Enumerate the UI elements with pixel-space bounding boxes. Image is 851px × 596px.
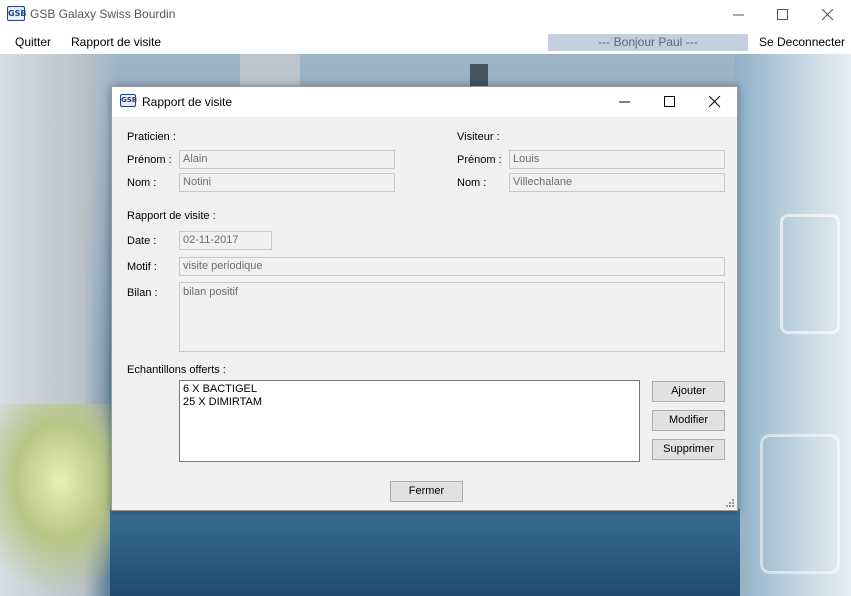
resize-grip-icon[interactable]	[725, 498, 735, 508]
dialog-title-bar: GSB Rapport de visite	[112, 87, 737, 117]
minimize-icon	[733, 14, 744, 16]
dialog-minimize-button[interactable]	[602, 87, 648, 117]
echantillons-header: Echantillons offerts :	[127, 364, 226, 376]
maximize-button[interactable]	[760, 0, 806, 30]
visiteur-prenom-label: Prénom :	[457, 154, 502, 166]
menu-rapport-visite[interactable]: Rapport de visite	[71, 35, 161, 49]
date-label: Date :	[127, 235, 157, 247]
supprimer-button[interactable]: Supprimer	[652, 439, 725, 460]
rapport-visite-dialog: GSB Rapport de visite Praticien : Prénom…	[111, 86, 738, 511]
menu-quit[interactable]: Quitter	[15, 35, 51, 49]
dialog-title: Rapport de visite	[142, 95, 233, 109]
visiteur-nom-label: Nom :	[457, 177, 487, 189]
visiteur-prenom-field[interactable]: Louis	[509, 150, 725, 169]
dialog-logo-icon: GSB	[120, 94, 137, 107]
maximize-icon	[664, 96, 675, 107]
praticien-header: Praticien :	[127, 131, 176, 143]
dialog-close-button[interactable]	[692, 87, 738, 117]
minimize-button[interactable]	[716, 0, 762, 30]
minimize-icon	[619, 101, 630, 103]
visiteur-header: Visiteur :	[457, 131, 500, 143]
list-item[interactable]: 25 X DIMIRTAM	[183, 396, 636, 409]
close-button[interactable]	[805, 0, 851, 30]
greeting-label: --- Bonjour Paul ---	[548, 34, 748, 51]
praticien-prenom-label: Prénom :	[127, 154, 172, 166]
date-field[interactable]: 02-11-2017	[179, 231, 272, 250]
main-title-bar: GSB GSB Galaxy Swiss Bourdin	[0, 0, 851, 30]
rapport-header: Rapport de visite :	[127, 210, 216, 222]
list-item[interactable]: 6 X BACTIGEL	[183, 383, 636, 396]
praticien-prenom-field[interactable]: Alain	[179, 150, 395, 169]
maximize-icon	[777, 9, 788, 20]
praticien-nom-label: Nom :	[127, 177, 157, 189]
bilan-label: Bilan :	[127, 287, 158, 299]
visiteur-nom-field[interactable]: Villechalane	[509, 173, 725, 192]
motif-label: Motif :	[127, 261, 157, 273]
modifier-button[interactable]: Modifier	[652, 410, 725, 431]
app-logo-icon: GSB	[7, 6, 26, 21]
close-icon	[822, 9, 834, 21]
ajouter-button[interactable]: Ajouter	[652, 381, 725, 402]
menu-bar: Quitter Rapport de visite --- Bonjour Pa…	[0, 30, 851, 54]
close-icon	[709, 96, 721, 108]
dialog-maximize-button[interactable]	[647, 87, 693, 117]
fermer-button[interactable]: Fermer	[390, 481, 463, 502]
window-title: GSB Galaxy Swiss Bourdin	[30, 7, 176, 21]
praticien-nom-field[interactable]: Notini	[179, 173, 395, 192]
echantillons-listbox[interactable]: 6 X BACTIGEL 25 X DIMIRTAM	[179, 380, 640, 462]
menu-logout[interactable]: Se Deconnecter	[759, 35, 845, 49]
bilan-field[interactable]: bilan positif	[179, 282, 725, 352]
motif-field[interactable]: visite periodique	[179, 257, 725, 276]
